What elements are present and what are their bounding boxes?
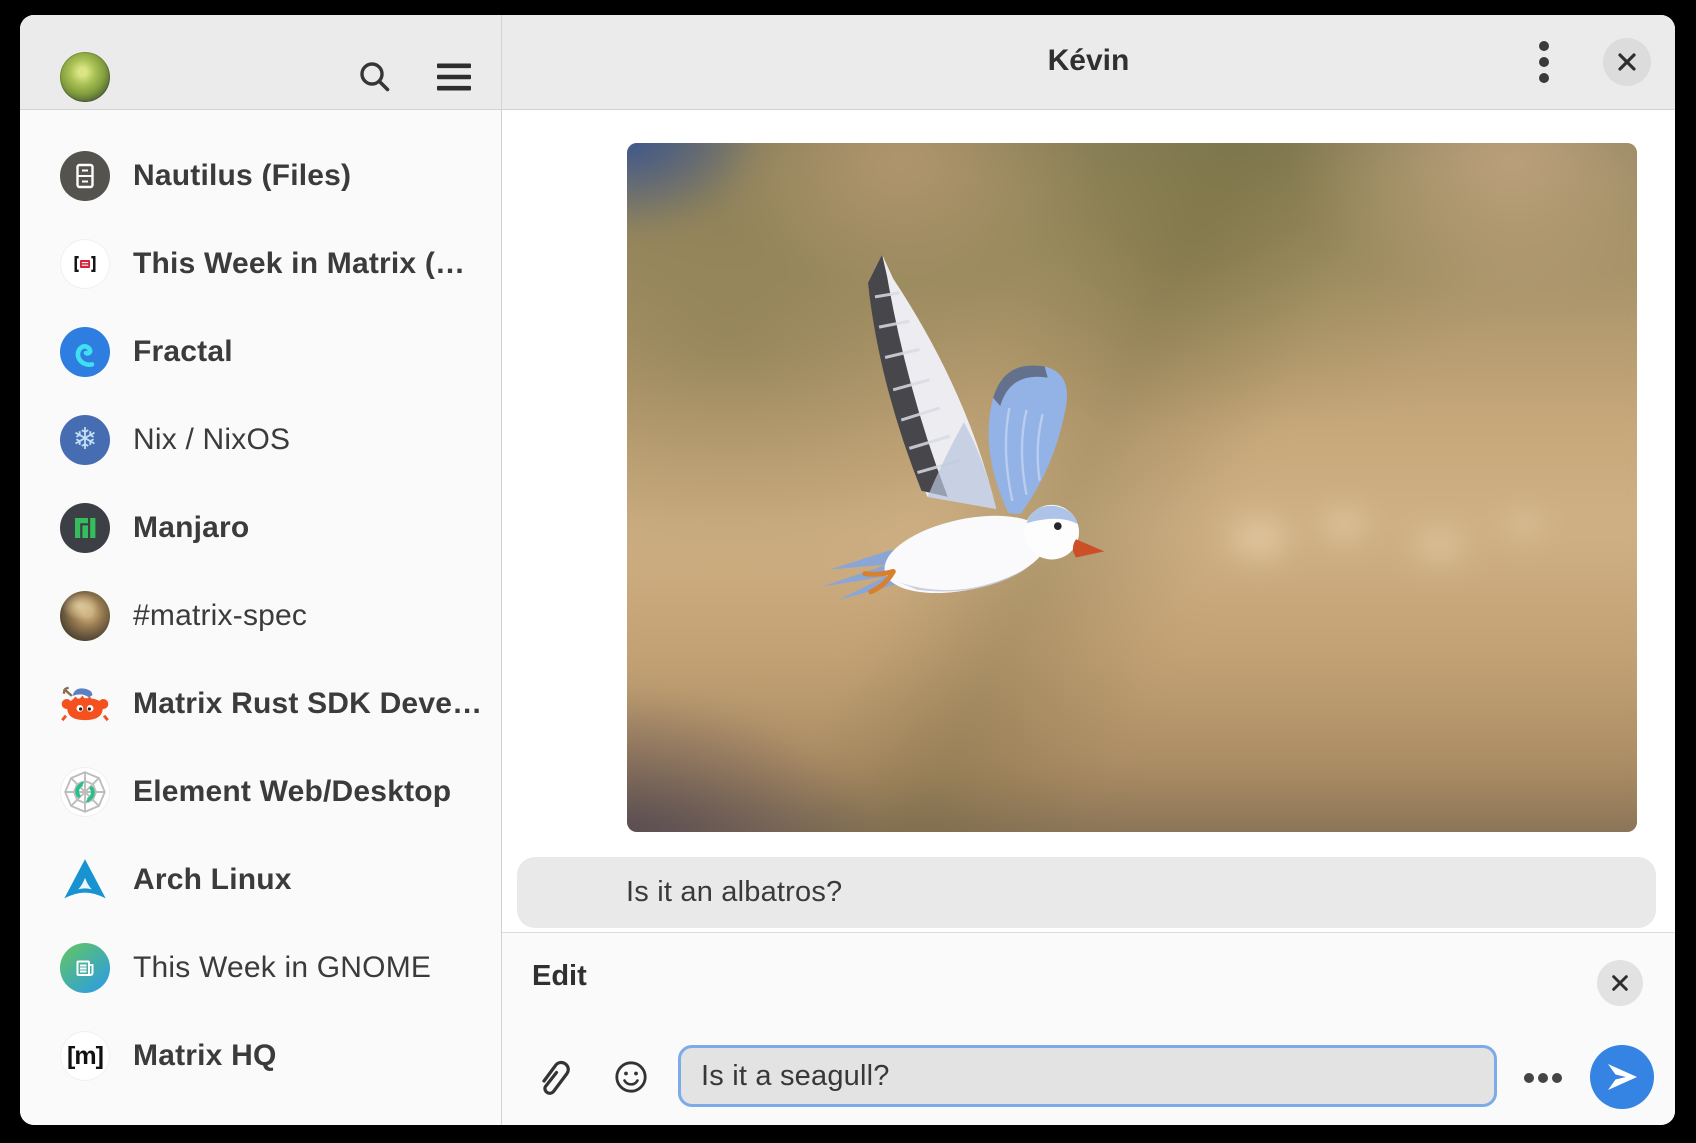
more-options-button[interactable] — [1523, 1072, 1563, 1084]
send-button[interactable] — [1590, 1045, 1654, 1109]
emoji-button[interactable] — [614, 1060, 648, 1094]
arch-linux-icon — [60, 855, 110, 905]
edit-mode-label: Edit — [532, 960, 587, 993]
room-menu-button[interactable] — [1538, 40, 1550, 84]
chat-header: Kévin — [502, 15, 1675, 110]
room-label: This Week in GNOME — [133, 951, 431, 985]
photo-avatar — [60, 591, 110, 641]
room-label: #matrix-spec — [133, 599, 307, 633]
matrix-brackets-icon: [m] — [60, 1031, 110, 1081]
room-item-fractal[interactable]: Fractal — [20, 308, 501, 396]
search-icon — [357, 83, 393, 98]
room-item-nautilus[interactable]: Nautilus (Files) — [20, 132, 501, 220]
room-label: Fractal — [133, 335, 233, 369]
message-text: Is it an albatros? — [517, 876, 842, 909]
room-item-matrix-spec[interactable]: #matrix-spec — [20, 572, 501, 660]
room-label: Matrix HQ — [133, 1039, 277, 1073]
room-item-matrix-hq[interactable]: [m] Matrix HQ — [20, 1012, 501, 1100]
room-label: Matrix Rust SDK Deve… — [133, 687, 482, 721]
send-plane-icon — [1606, 1063, 1638, 1091]
attach-file-button[interactable] — [534, 1059, 570, 1097]
twig-newspaper-icon — [60, 943, 110, 993]
composer: Edit — [502, 932, 1675, 1125]
kebab-menu-icon — [1538, 72, 1550, 87]
sidebar-header — [20, 15, 501, 110]
room-item-rust-sdk[interactable]: Matrix Rust SDK Deve… — [20, 660, 501, 748]
paperclip-icon — [534, 1085, 570, 1100]
room-item-nixos[interactable]: ❄ Nix / NixOS — [20, 396, 501, 484]
room-label: This Week in Matrix (… — [133, 247, 465, 281]
room-label: Arch Linux — [133, 863, 292, 897]
room-item-arch[interactable]: Arch Linux — [20, 836, 501, 924]
manjaro-logo-icon — [60, 503, 110, 553]
window-close-button[interactable] — [1603, 38, 1651, 86]
room-item-twig[interactable]: This Week in GNOME — [20, 924, 501, 1012]
room-list: Nautilus (Files) This Week in Matrix (… … — [20, 110, 501, 1125]
search-button[interactable] — [357, 59, 393, 95]
twim-logo-icon — [60, 239, 110, 289]
page-title: Kévin — [502, 44, 1675, 78]
close-icon — [1616, 51, 1638, 73]
room-label: Manjaro — [133, 511, 249, 545]
ferris-crab-icon — [60, 679, 110, 729]
hamburger-menu-icon — [436, 80, 472, 95]
fractal-swirl-icon — [60, 327, 110, 377]
emoji-icon — [614, 1082, 648, 1097]
room-item-element[interactable]: Element Web/Desktop — [20, 748, 501, 836]
close-icon — [1610, 973, 1630, 993]
room-item-twim[interactable]: This Week in Matrix (… — [20, 220, 501, 308]
room-label: Nautilus (Files) — [133, 159, 351, 193]
main-menu-button[interactable] — [436, 62, 472, 92]
message-bubble[interactable]: Is it an albatros? — [517, 857, 1656, 928]
message-history: Is it an albatros? — [502, 110, 1675, 932]
room-label: Nix / NixOS — [133, 423, 290, 457]
cancel-edit-button[interactable] — [1597, 960, 1643, 1006]
sidebar: Nautilus (Files) This Week in Matrix (… … — [20, 15, 502, 1125]
photo-message-seagull[interactable] — [627, 143, 1637, 832]
seagull-image — [774, 246, 1107, 604]
chat-panel: Kévin — [502, 15, 1675, 1125]
room-item-manjaro[interactable]: Manjaro — [20, 484, 501, 572]
message-edit-input[interactable] — [678, 1045, 1497, 1107]
nix-snowflake-icon: ❄ — [60, 415, 110, 465]
file-cabinet-icon — [60, 151, 110, 201]
room-label: Element Web/Desktop — [133, 775, 451, 809]
element-web-icon — [60, 767, 110, 817]
fractal-app-window: Nautilus (Files) This Week in Matrix (… … — [20, 15, 1675, 1125]
desktop: { "window": { "main_header": { "title": … — [0, 0, 1696, 1143]
account-avatar[interactable] — [60, 52, 110, 102]
more-dots-icon — [1523, 1072, 1563, 1087]
